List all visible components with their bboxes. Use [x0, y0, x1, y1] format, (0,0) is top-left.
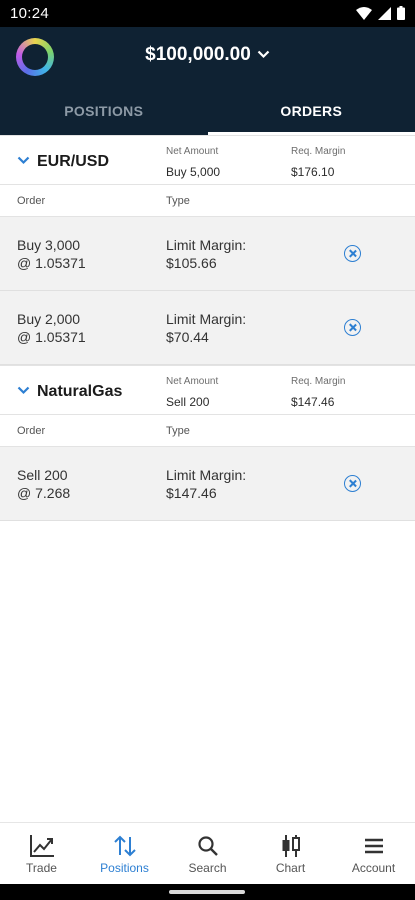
req-margin-value: $176.10: [291, 165, 335, 179]
nav-search[interactable]: Search: [166, 823, 249, 884]
wifi-icon: [356, 6, 372, 20]
account-balance: $100,000.00: [145, 44, 251, 65]
req-margin-label: Req. Margin: [291, 376, 346, 387]
net-amount-value: Sell 200: [166, 395, 210, 409]
order-description: Buy 2,000 @ 1.05371: [17, 311, 86, 345]
column-type: Type: [166, 195, 190, 207]
order-row[interactable]: Buy 3,000 @ 1.05371 Limit Margin: $105.6…: [0, 217, 415, 291]
chart-trend-icon: [29, 835, 54, 857]
app-header: $100,000.00 POSITIONS ORDERS: [0, 27, 415, 135]
nav-label: Account: [351, 861, 396, 875]
order-type: Limit Margin: $147.46: [166, 467, 247, 501]
instrument-group-header[interactable]: NaturalGas Net Amount Sell 200 Req. Marg…: [0, 365, 415, 415]
instrument-symbol: NaturalGas: [37, 383, 123, 400]
chevron-down-icon[interactable]: [17, 156, 30, 165]
column-order: Order: [17, 425, 46, 437]
column-order: Order: [17, 195, 46, 207]
instrument-symbol: EUR/USD: [37, 153, 110, 170]
cellular-signal-icon: [378, 6, 391, 20]
chevron-down-icon: [257, 51, 270, 59]
search-icon: [197, 836, 218, 856]
req-margin-value: $147.46: [291, 395, 335, 409]
column-type: Type: [166, 425, 190, 437]
orders-list: EUR/USD Net Amount Buy 5,000 Req. Margin…: [0, 135, 415, 521]
system-navigation-bar: [0, 884, 415, 900]
nav-positions[interactable]: Positions: [83, 823, 166, 884]
nav-chart[interactable]: Chart: [249, 823, 332, 884]
order-description: Buy 3,000 @ 1.05371: [17, 237, 86, 271]
tab-orders[interactable]: ORDERS: [208, 93, 415, 135]
candlestick-icon: [282, 835, 300, 857]
nav-trade[interactable]: Trade: [0, 823, 83, 884]
orders-column-header: Order Type: [0, 185, 415, 217]
order-row[interactable]: Sell 200 @ 7.268 Limit Margin: $147.46: [0, 447, 415, 521]
tab-positions[interactable]: POSITIONS: [0, 93, 208, 135]
home-gesture-handle[interactable]: [169, 890, 245, 894]
req-margin-label: Req. Margin: [291, 146, 346, 157]
status-icons: [356, 6, 405, 20]
nav-label: Positions: [100, 861, 149, 875]
tab-bar: POSITIONS ORDERS: [0, 93, 415, 135]
nav-account[interactable]: Account: [332, 823, 415, 884]
order-type: Limit Margin: $70.44: [166, 311, 247, 345]
nav-label: Trade: [26, 861, 57, 875]
chevron-down-icon[interactable]: [17, 386, 30, 395]
cancel-order-icon[interactable]: [344, 245, 361, 262]
instrument-group-header[interactable]: EUR/USD Net Amount Buy 5,000 Req. Margin…: [0, 135, 415, 185]
net-amount-label: Net Amount: [166, 146, 219, 157]
nav-label: Search: [188, 861, 227, 875]
cancel-order-icon[interactable]: [344, 319, 361, 336]
menu-icon: [364, 838, 383, 854]
order-type: Limit Margin: $105.66: [166, 237, 247, 271]
swap-vertical-icon: [113, 835, 136, 857]
account-balance-selector[interactable]: $100,000.00: [0, 44, 415, 66]
order-description: Sell 200 @ 7.268: [17, 467, 71, 501]
net-amount-label: Net Amount: [166, 376, 219, 387]
cancel-order-icon[interactable]: [344, 475, 361, 492]
nav-label: Chart: [275, 861, 306, 875]
order-row[interactable]: Buy 2,000 @ 1.05371 Limit Margin: $70.44: [0, 291, 415, 365]
bottom-navigation: Trade Positions Search Chart Account: [0, 822, 415, 884]
status-bar: 10:24: [0, 0, 415, 27]
battery-icon: [397, 6, 405, 20]
net-amount-value: Buy 5,000: [166, 165, 221, 179]
status-time: 10:24: [10, 5, 50, 22]
orders-column-header: Order Type: [0, 415, 415, 447]
